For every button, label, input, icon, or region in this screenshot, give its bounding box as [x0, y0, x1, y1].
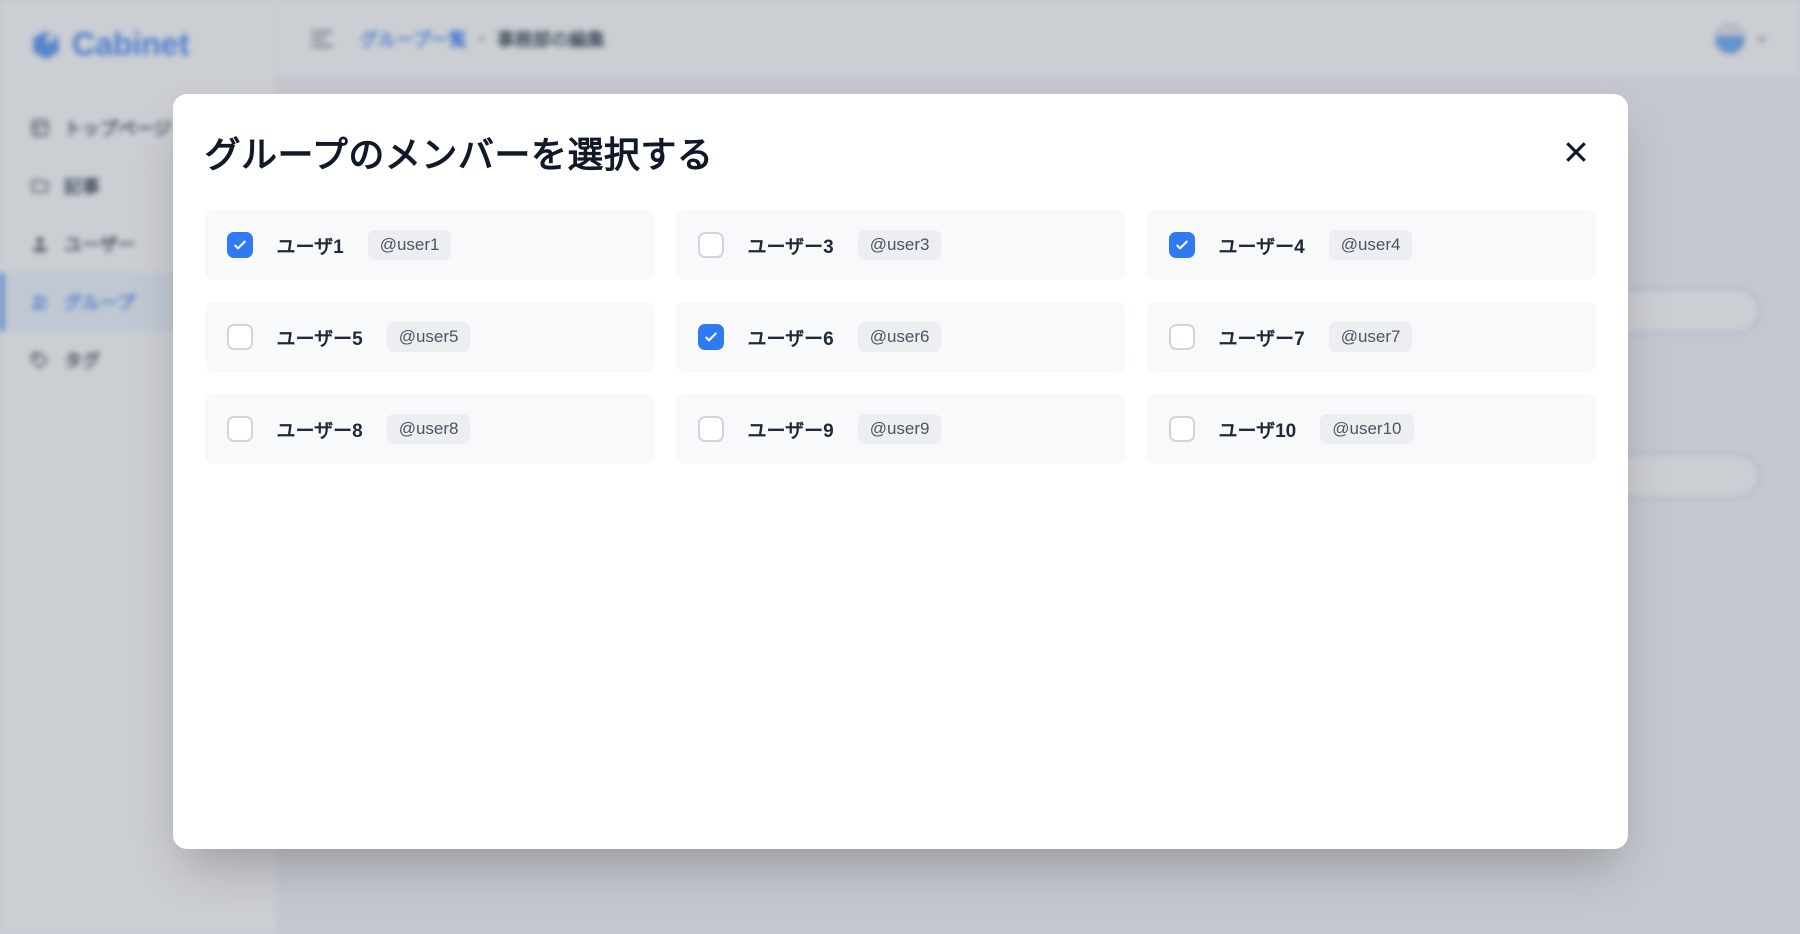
close-icon [1561, 137, 1591, 167]
modal-overlay[interactable]: グループのメンバーを選択する ユーザ1@user1ユーザー3@user3ユーザー… [0, 0, 1800, 934]
member-checkbox[interactable] [698, 324, 724, 350]
member-checkbox[interactable] [698, 232, 724, 258]
member-item[interactable]: ユーザー8 @user8 [205, 394, 654, 464]
member-item[interactable]: ユーザ10 @user10 [1147, 394, 1596, 464]
member-name: ユーザー7 [1219, 324, 1305, 351]
member-checkbox[interactable] [227, 324, 253, 350]
select-members-modal: グループのメンバーを選択する ユーザ1@user1ユーザー3@user3ユーザー… [173, 94, 1628, 849]
member-handle: @user9 [858, 414, 942, 444]
member-checkbox[interactable] [227, 232, 253, 258]
member-checkbox[interactable] [1169, 324, 1195, 350]
member-name: ユーザー6 [748, 324, 834, 351]
member-checkbox[interactable] [698, 416, 724, 442]
member-checkbox[interactable] [1169, 416, 1195, 442]
member-name: ユーザー3 [748, 232, 834, 259]
member-item[interactable]: ユーザー5 @user5 [205, 302, 654, 372]
member-handle: @user5 [387, 322, 471, 352]
member-handle: @user3 [858, 230, 942, 260]
member-handle: @user6 [858, 322, 942, 352]
modal-title: グループのメンバーを選択する [205, 126, 714, 178]
member-checkbox[interactable] [1169, 232, 1195, 258]
member-item[interactable]: ユーザー6 @user6 [676, 302, 1125, 372]
member-grid: ユーザ1 @user1 ユーザー3 @user3 ユーザー4 @user4 ユーザー5 @us… [205, 210, 1596, 464]
member-item[interactable]: ユーザー4 @user4 [1147, 210, 1596, 280]
member-handle: @user4 [1329, 230, 1413, 260]
check-icon [1174, 237, 1190, 253]
member-name: ユーザー4 [1219, 232, 1305, 259]
member-handle: @user10 [1320, 414, 1413, 444]
member-name: ユーザー9 [748, 416, 834, 443]
member-item[interactable]: ユーザ1 @user1 [205, 210, 654, 280]
member-handle: @user7 [1329, 322, 1413, 352]
member-name: ユーザー8 [277, 416, 363, 443]
member-name: ユーザ1 [277, 232, 344, 259]
member-item[interactable]: ユーザー3 @user3 [676, 210, 1125, 280]
close-button[interactable] [1556, 132, 1596, 172]
member-handle: @user8 [387, 414, 471, 444]
member-item[interactable]: ユーザー9 @user9 [676, 394, 1125, 464]
member-name: ユーザ10 [1219, 416, 1297, 443]
member-checkbox[interactable] [227, 416, 253, 442]
member-item[interactable]: ユーザー7 @user7 [1147, 302, 1596, 372]
member-handle: @user1 [368, 230, 452, 260]
modal-header: グループのメンバーを選択する [205, 126, 1596, 178]
member-name: ユーザー5 [277, 324, 363, 351]
check-icon [232, 237, 248, 253]
check-icon [703, 329, 719, 345]
